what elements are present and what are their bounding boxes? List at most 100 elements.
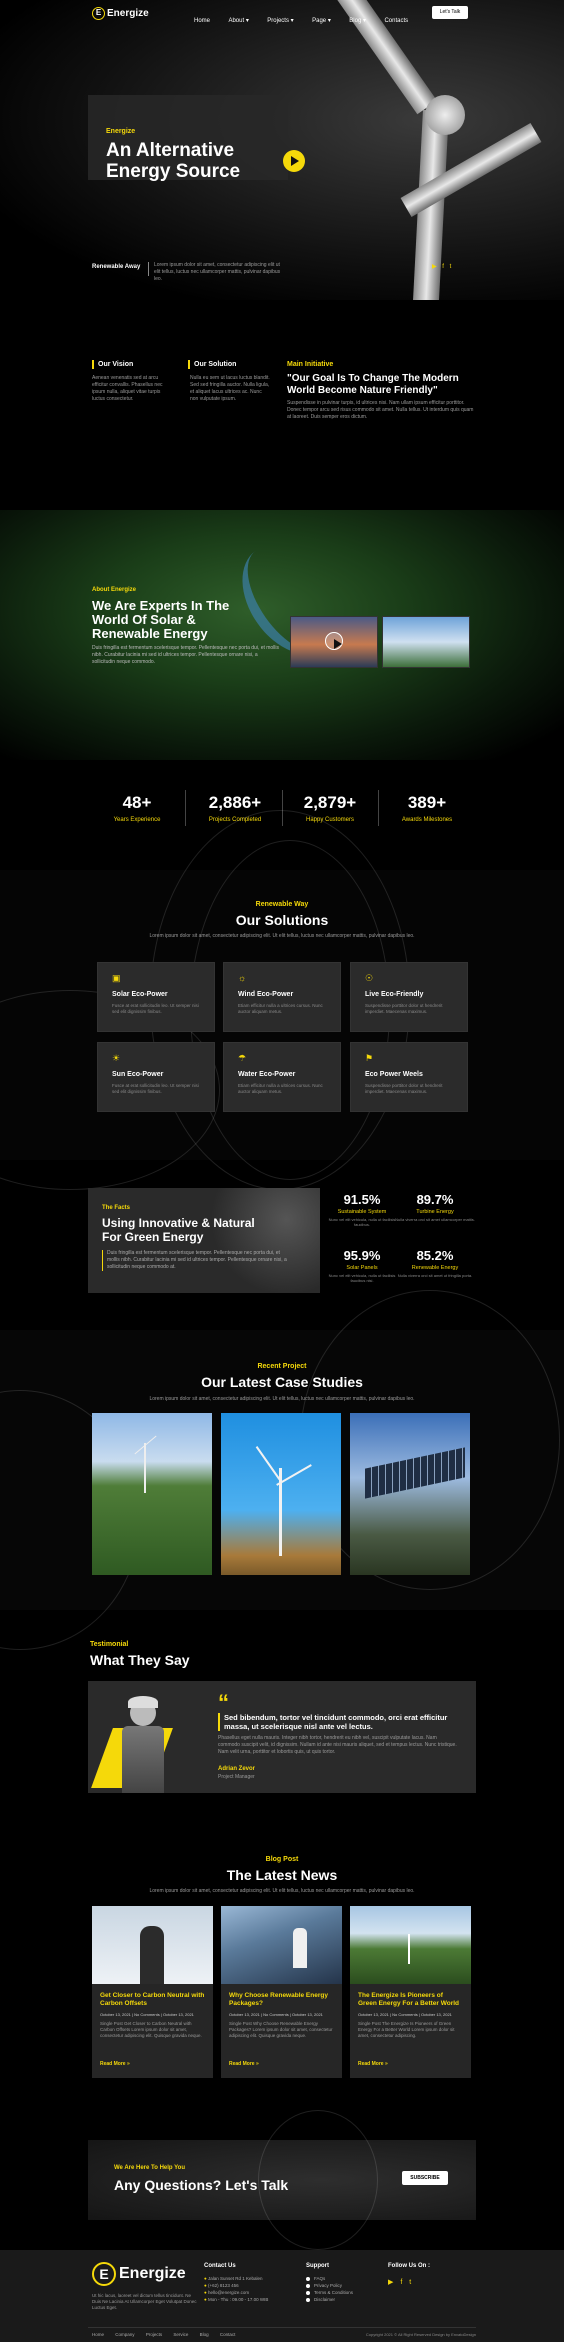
- read-more-link[interactable]: Read More »: [100, 2061, 130, 2067]
- youtube-icon[interactable]: ▶: [388, 2279, 393, 2286]
- support-list: FAQs Privacy Policy Terms & Conditions D…: [306, 2275, 353, 2303]
- solution-text: Nulla eu sem ut lacus luctus blandit. Se…: [190, 375, 270, 402]
- about-title-line3: Renewable Energy: [92, 626, 208, 641]
- lets-talk-button[interactable]: Let's Talk: [432, 6, 468, 19]
- support-label: Privacy Policy: [314, 2283, 343, 2288]
- fact-num: 95.9%: [343, 1248, 381, 1263]
- bullet-icon: [306, 2283, 310, 2288]
- footer-link-home[interactable]: Home: [92, 2332, 104, 2337]
- contact-email-text: hello@energize.com: [207, 2290, 250, 2295]
- renewable-text: Lorem ipsum dolor sit amet, consectetur …: [154, 262, 281, 282]
- solution-card-wind[interactable]: ☼ Wind Eco-Power Etiam efficitur nulla a u…: [223, 962, 341, 1032]
- copyright: Copyright 2021 © All Right Reserved Desi…: [365, 2332, 476, 2337]
- blog-post-text: Single Post The Energize Is Pioneers of …: [358, 2021, 455, 2038]
- nav-home[interactable]: Home: [194, 18, 210, 24]
- fact-num: 91.5%: [343, 1192, 381, 1207]
- fact-label: Turbine Energy: [416, 1209, 454, 1215]
- footer-link-company[interactable]: Company: [115, 2332, 134, 2337]
- solution-card-sun[interactable]: ☀ Sun Eco-Power Fusce at erat sollicitudin…: [97, 1042, 215, 1112]
- read-more-link[interactable]: Read More »: [358, 2061, 388, 2067]
- nav-projects[interactable]: Projects ▾: [267, 18, 293, 24]
- footer-link-blog[interactable]: Blog: [200, 2332, 209, 2337]
- read-more-link[interactable]: Read More »: [229, 2061, 259, 2067]
- footer-logo[interactable]: E Energize: [92, 2262, 186, 2286]
- footer-divider: [88, 2327, 476, 2328]
- blog-card-carbon[interactable]: Get Closer to Carbon Neutral with Carbon…: [92, 1906, 213, 2078]
- testimonial-role: Project Manager: [218, 1774, 255, 1780]
- facebook-icon[interactable]: f: [442, 264, 444, 270]
- solution-card-weels[interactable]: ⚑ Eco Power Weels Suspendisse porttitor do…: [350, 1042, 468, 1112]
- facts-card: The Facts Using Innovative & Natural For…: [88, 1188, 320, 1293]
- facts-title-line1: Using Innovative & Natural: [102, 1216, 255, 1230]
- nav-contacts[interactable]: Contacts: [384, 18, 408, 24]
- about-text: Duis fringilla est fermentum scelerisque…: [92, 645, 280, 665]
- fact-renewable: 85.2% Renewable Energy Nulla viverra orci …: [395, 1248, 475, 1278]
- support-link-disclaimer[interactable]: Disclaimer: [306, 2296, 353, 2303]
- blog-post-title[interactable]: Get Closer to Carbon Neutral with Carbon…: [100, 1992, 205, 2008]
- card-title: Solar Eco-Power: [112, 991, 168, 998]
- blog-post-meta: October 13, 2021 | No Comments | October…: [229, 2012, 323, 2017]
- case-study-wind-field[interactable]: [92, 1413, 212, 1575]
- fact-solar: 95.9% Solar Panels Nunc vel elit vehicula,…: [322, 1248, 402, 1283]
- blog-post-title[interactable]: Why Choose Renewable Energy Packages?: [229, 1992, 334, 2008]
- play-video-button[interactable]: [325, 632, 343, 650]
- bullet-icon: [306, 2297, 310, 2302]
- contact-email[interactable]: ● hello@energize.com: [204, 2289, 268, 2296]
- fact-sustainable: 91.5% Sustainable System Nunc vel elit veh…: [322, 1192, 402, 1227]
- blog-post-title[interactable]: The Energize Is Pioneers of Green Energy…: [358, 1992, 463, 2008]
- facebook-icon[interactable]: f: [400, 2279, 402, 2286]
- card-title: Eco Power Weels: [365, 1071, 423, 1078]
- support-link-faqs[interactable]: FAQs: [306, 2275, 353, 2282]
- support-link-privacy[interactable]: Privacy Policy: [306, 2282, 353, 2289]
- twitter-icon[interactable]: t: [450, 264, 452, 270]
- solution-card-eco[interactable]: ☉ Live Eco-Friendly Suspendisse porttitor …: [350, 962, 468, 1032]
- twitter-icon[interactable]: t: [409, 2279, 411, 2286]
- initiative-quote: "Our Goal Is To Change The Modern World …: [287, 373, 459, 396]
- nav-page[interactable]: Page ▾: [312, 18, 331, 24]
- blog-card-packages[interactable]: Why Choose Renewable Energy Packages? Oc…: [221, 1906, 342, 2078]
- solution-card-solar[interactable]: ▣ Solar Eco-Power Fusce at erat sollicitud…: [97, 962, 215, 1032]
- blog-post-meta: October 13, 2021 | No Comments | October…: [358, 2012, 452, 2017]
- sunset-panels-image[interactable]: [290, 616, 378, 668]
- support-link-terms[interactable]: Terms & Conditions: [306, 2289, 353, 2296]
- case-study-turbine-sky[interactable]: [221, 1413, 341, 1575]
- footer-link-projects[interactable]: Projects: [146, 2332, 162, 2337]
- blog-post-text: Single Post Why Choose Renewable Energy …: [229, 2021, 333, 2038]
- blog-card-pioneers[interactable]: The Energize Is Pioneers of Green Energy…: [350, 1906, 471, 2078]
- footer-bottom-links: Home Company Projects Service Blog Conta…: [92, 2332, 235, 2337]
- logo[interactable]: E Energize: [92, 6, 149, 20]
- card-title: Water Eco-Power: [238, 1071, 296, 1078]
- follow-title: Follow Us On :: [388, 2263, 430, 2269]
- fact-label: Renewable Energy: [411, 1265, 459, 1271]
- power-wheel-icon: ⚑: [365, 1053, 374, 1063]
- cta-title: Any Questions? Let's Talk: [114, 2177, 289, 2193]
- solution-card-water[interactable]: ☂ Water Eco-Power Etiam efficitur nulla a …: [223, 1042, 341, 1112]
- phone-icon: ●: [204, 2283, 207, 2288]
- worker-photo: [91, 1688, 202, 1793]
- footer-link-contact[interactable]: Contact: [220, 2332, 236, 2337]
- facts-text: Duis fringilla est fermentum scelerisque…: [102, 1250, 292, 1271]
- stat-num: 389+: [407, 793, 447, 812]
- blog-title: The Latest News: [226, 1867, 338, 1883]
- clock-icon: ●: [204, 2297, 207, 2302]
- youtube-icon[interactable]: ▶: [432, 264, 437, 270]
- contact-phone[interactable]: ● (+62) 8123 456: [204, 2282, 268, 2289]
- header: E Energize Home About ▾ Projects ▾ Page …: [0, 0, 564, 28]
- nav-blog[interactable]: Blog ▾: [349, 18, 366, 24]
- footer-link-service[interactable]: Service: [173, 2332, 188, 2337]
- support-label: FAQs: [314, 2276, 326, 2281]
- cta-eyebrow: We Are Here To Help You: [114, 2165, 186, 2171]
- solar-panel-icon: ▣: [112, 973, 121, 983]
- nav-about[interactable]: About ▾: [228, 18, 248, 24]
- blog-image-wind-farm: [350, 1906, 471, 1984]
- fact-label: Sustainable System: [337, 1209, 387, 1215]
- vision-text: Aenean venenatis sed at arcu efficitur c…: [92, 375, 163, 402]
- subscribe-button[interactable]: SUBSCRIBE: [402, 2171, 448, 2185]
- nav-page-label: Page: [312, 18, 327, 24]
- support-label: Terms & Conditions: [314, 2290, 354, 2295]
- location-icon: ●: [204, 2276, 207, 2281]
- play-video-button[interactable]: [283, 150, 305, 172]
- case-study-solar-structure[interactable]: [350, 1413, 470, 1575]
- card-title: Live Eco-Friendly: [365, 991, 424, 998]
- cases-eyebrow: Recent Project: [257, 1363, 307, 1370]
